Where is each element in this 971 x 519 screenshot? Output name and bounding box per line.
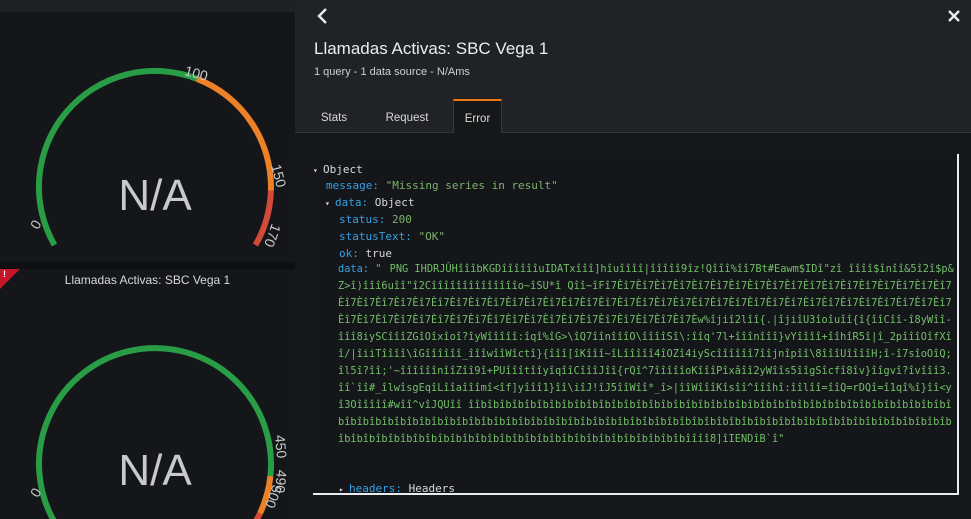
json-message-row: message: "Missing series in result" <box>326 177 558 194</box>
collapse-caret-icon[interactable]: ▸ <box>339 481 349 493</box>
tab-error[interactable]: Error <box>453 99 502 133</box>
gauge-bottom-svg: N/A 0 450 490 500 <box>27 345 290 519</box>
json-key-data-inner: data: <box>338 263 369 275</box>
expand-caret-icon[interactable]: ▾ <box>325 195 335 212</box>
json-data-label: Object <box>374 196 415 209</box>
gauge-top-threshold-100: 100 <box>183 62 210 84</box>
json-status-row: status: 200 <box>339 211 412 228</box>
gauge-bottom-threshold-450: 450 <box>272 434 290 459</box>
json-key-status: status: <box>339 213 386 226</box>
json-headers-label: Headers <box>408 482 455 495</box>
panel-title-bottom[interactable]: Llamadas Activas: SBC Vega 1 <box>0 273 295 287</box>
gauge-top: N/A 0 100 150 170 <box>0 12 295 262</box>
json-key-data: data: <box>335 196 369 209</box>
json-statustext-row: statusText: "OK" <box>339 228 445 245</box>
inspect-drawer: Llamadas Activas: SBC Vega 1 1 query - 1… <box>295 0 971 519</box>
drawer-subtitle: 1 query - 1 data source - N/Ams <box>314 66 470 78</box>
error-tab-content: ▾ Object message: "Missing series in resu… <box>295 133 971 519</box>
json-key-statustext: statusText: <box>339 230 412 243</box>
json-root-label: Object <box>323 163 363 176</box>
json-data-row[interactable]: ▾ data: Object <box>325 194 415 212</box>
json-headers-row[interactable]: ▸ headers: Headers <box>339 480 455 495</box>
back-button[interactable] <box>313 6 333 26</box>
gauge-bottom: N/A 0 450 490 500 <box>0 269 295 519</box>
json-viewer[interactable]: ▾ Object message: "Missing series in resu… <box>313 154 959 495</box>
json-value-ok: true <box>365 247 393 260</box>
gauge-bottom-value: N/A <box>118 446 192 495</box>
dashboard-background: N/A 0 100 150 170 N/A 0 450 490 500 ! Ll… <box>0 0 295 519</box>
gauge-top-value: N/A <box>118 171 192 220</box>
tab-stats[interactable]: Stats <box>309 100 359 132</box>
json-data-binary-row: data: "PNG IHDRJÛHîîîbKGDîîîîîîuIDATxîî… <box>338 261 955 483</box>
gauge-top-arc-warn <box>195 76 274 191</box>
tab-request[interactable]: Request <box>377 100 437 132</box>
json-value-status: 200 <box>391 213 412 226</box>
json-ok-row: ok: true <box>339 245 392 262</box>
panel-separator <box>0 262 295 269</box>
gauge-panel-top[interactable]: N/A 0 100 150 170 <box>0 12 295 262</box>
expand-caret-icon[interactable]: ▾ <box>313 162 323 179</box>
close-button[interactable] <box>947 8 961 22</box>
chevron-left-icon <box>317 8 327 24</box>
json-key-message: message: <box>326 179 379 192</box>
inspector-tabs: Stats Request Error <box>295 99 971 133</box>
gauge-panel-bottom[interactable]: N/A 0 450 490 500 <box>0 269 295 519</box>
json-key-headers: headers: <box>349 482 402 495</box>
json-value-data-inner: "PNG IHDRJÛHîîîbKGDîîîîîîuIDATxîîî]hîuî… <box>338 263 954 445</box>
gauge-bottom-arc-crit <box>253 512 263 519</box>
drawer-title: Llamadas Activas: SBC Vega 1 <box>314 39 549 58</box>
json-key-ok: ok: <box>339 247 359 260</box>
json-value-statustext: "OK" <box>418 230 445 243</box>
gauge-top-svg: N/A 0 100 150 170 <box>27 62 290 249</box>
close-icon <box>948 10 960 22</box>
panel-header-strip <box>0 0 295 12</box>
json-value-message: "Missing series in result" <box>385 179 558 192</box>
